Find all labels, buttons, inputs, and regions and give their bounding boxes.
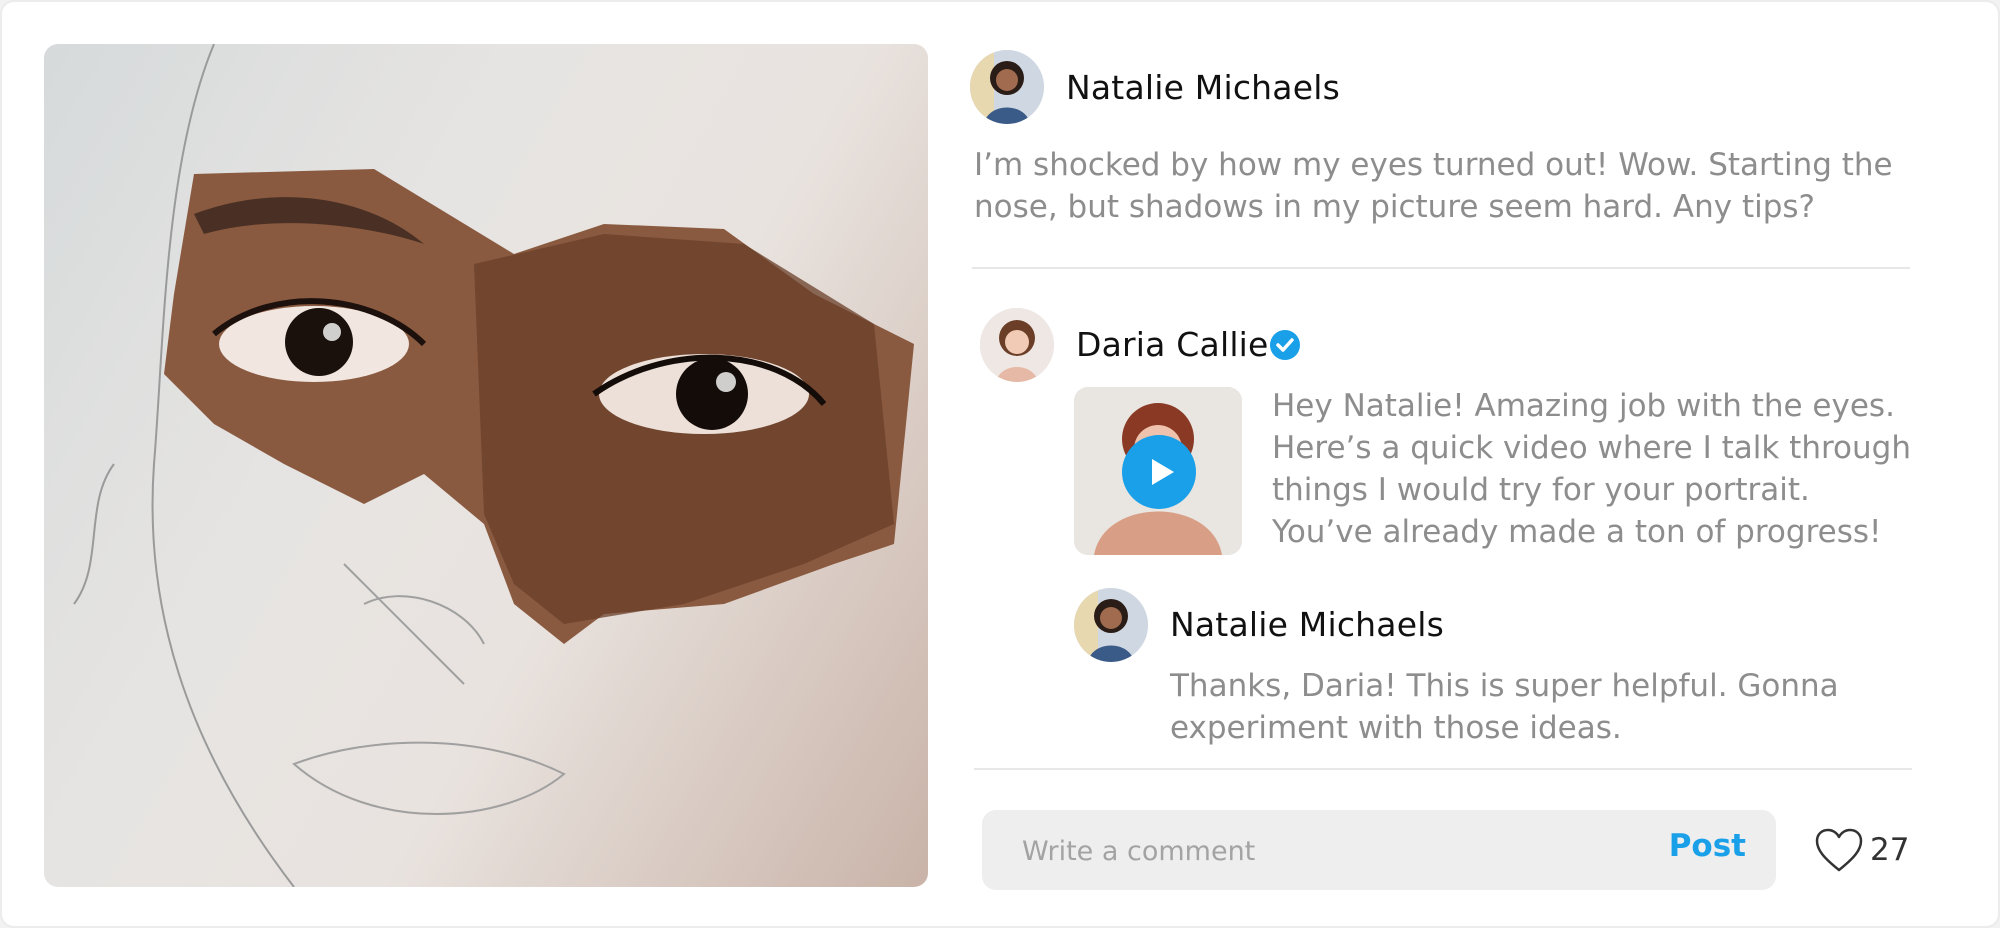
daria-avatar[interactable] xyxy=(980,308,1054,382)
composer-divider xyxy=(974,768,1912,770)
post-text: I’m shocked by how my eyes turned out! W… xyxy=(974,147,1893,225)
play-icon xyxy=(1152,459,1174,485)
heart-icon[interactable] xyxy=(1814,828,1864,874)
portrait-artwork-image[interactable] xyxy=(44,44,928,887)
post-button[interactable]: Post xyxy=(1669,828,1746,864)
post-author-name[interactable]: Natalie Michaels xyxy=(1066,68,1340,107)
video-thumbnail[interactable] xyxy=(1074,387,1242,555)
comment-input[interactable] xyxy=(1020,830,1624,872)
thread-divider xyxy=(972,267,1910,269)
verified-badge-icon xyxy=(1270,330,1300,360)
comment-composer: Post xyxy=(982,810,1776,890)
natalie-avatar[interactable] xyxy=(970,50,1044,124)
reply-text: Hey Natalie! Amazing job with the eyes. … xyxy=(1272,388,1911,550)
sub-reply-author-name[interactable]: Natalie Michaels xyxy=(1170,605,1444,644)
reply-author-name[interactable]: Daria Callie xyxy=(1076,325,1269,364)
play-button[interactable] xyxy=(1122,435,1196,509)
like-count: 27 xyxy=(1870,832,1910,868)
sub-reply-text: Thanks, Daria! This is super helpful. Go… xyxy=(1170,668,1839,746)
post-card: Natalie Michaels I’m shocked by how my e… xyxy=(0,0,2000,928)
natalie-reply-avatar[interactable] xyxy=(1074,588,1148,662)
